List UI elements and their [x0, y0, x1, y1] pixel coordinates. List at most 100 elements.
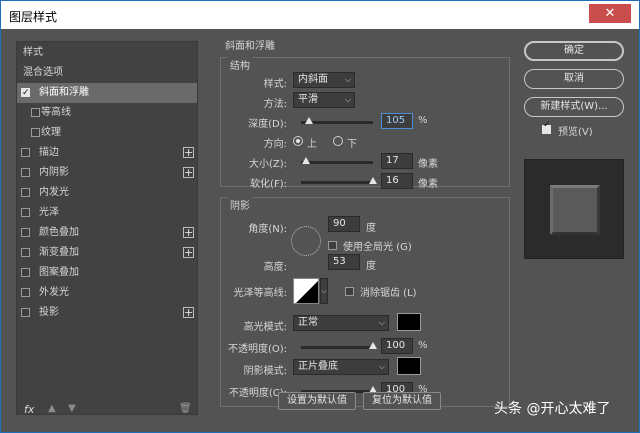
style-list-item[interactable]: 颜色叠加 + — [17, 223, 197, 243]
angle-unit: 度 — [366, 223, 376, 234]
new-style-button[interactable]: 新建样式(W)... — [524, 97, 624, 117]
add-icon[interactable]: + — [183, 147, 194, 158]
style-list-label: 描边 — [39, 147, 59, 158]
highlight-color-swatch[interactable] — [397, 313, 421, 331]
depth-slider[interactable] — [301, 117, 373, 124]
direction-up-radio[interactable] — [293, 136, 303, 146]
soften-slider[interactable] — [301, 177, 377, 184]
soften-input[interactable]: 16 — [381, 173, 413, 189]
make-default-button[interactable]: 设置为默认值 — [278, 392, 356, 410]
style-value: 内斜面 — [298, 74, 328, 85]
size-slider-thumb[interactable] — [301, 157, 310, 164]
technique-label: 方法: — [263, 99, 287, 110]
add-icon[interactable]: + — [183, 167, 194, 178]
style-checkbox[interactable] — [21, 168, 30, 177]
style-list-item[interactable]: 投影 + — [17, 303, 197, 323]
style-checkbox[interactable] — [21, 83, 30, 103]
highlight-mode-value: 正常 — [298, 317, 318, 328]
style-list-item[interactable]: 混合选项 — [17, 63, 197, 83]
technique-value: 平滑 — [298, 94, 318, 105]
style-checkbox[interactable] — [21, 308, 30, 317]
style-list-item[interactable]: 等高线 — [17, 103, 197, 123]
layer-style-dialog: 图层样式 ✕ 样式混合选项斜面和浮雕等高线纹理描边+内阴影+内发光光泽颜色叠加+… — [0, 0, 640, 433]
chevron-down-icon: ⌵ — [378, 362, 385, 371]
trash-icon[interactable]: 🗑 — [179, 403, 192, 414]
shadow-mode-dropdown[interactable]: 正片叠底 ⌵ — [293, 359, 389, 375]
depth-slider-thumb[interactable] — [304, 117, 313, 124]
shadow-color-swatch[interactable] — [397, 357, 421, 375]
gloss-contour-picker[interactable] — [293, 278, 319, 304]
style-checkbox[interactable] — [21, 228, 30, 237]
add-icon[interactable]: + — [183, 227, 194, 238]
highlight-opacity-slider[interactable] — [301, 342, 377, 349]
add-icon[interactable]: + — [183, 247, 194, 258]
angle-input[interactable]: 90 — [328, 216, 360, 232]
style-list-item[interactable]: 样式 — [17, 43, 197, 63]
style-list-item[interactable]: 外发光 — [17, 283, 197, 303]
section-title: 斜面和浮雕 — [225, 41, 275, 52]
direction-down-radio[interactable] — [333, 136, 343, 146]
style-list-label: 斜面和浮雕 — [39, 87, 89, 98]
window-title: 图层样式 — [9, 10, 58, 24]
direction-up-label: 上 — [307, 139, 317, 150]
highlight-opacity-thumb[interactable] — [369, 342, 377, 349]
style-list-label: 纹理 — [41, 127, 61, 138]
style-list-label: 内阴影 — [39, 167, 69, 178]
ok-button[interactable]: 确定 — [524, 41, 624, 61]
soften-slider-thumb[interactable] — [369, 177, 377, 184]
watermark: 头条 @开心太难了 — [494, 401, 611, 417]
move-down-icon[interactable]: ▼ — [68, 403, 76, 414]
global-light-label: 使用全局光 (G) — [343, 242, 412, 253]
style-checkbox[interactable] — [21, 188, 30, 197]
soften-unit: 像素 — [418, 179, 438, 190]
style-checkbox[interactable] — [21, 208, 30, 217]
cancel-button[interactable]: 取消 — [524, 69, 624, 89]
style-list-item[interactable]: 纹理 — [17, 123, 197, 143]
size-input[interactable]: 17 — [381, 153, 413, 169]
style-checkbox[interactable] — [31, 108, 40, 117]
style-checkbox[interactable] — [21, 288, 30, 297]
style-list-label: 内发光 — [39, 187, 69, 198]
style-list-item[interactable]: 光泽 — [17, 203, 197, 223]
global-light-checkbox[interactable] — [328, 241, 337, 250]
style-dropdown[interactable]: 内斜面 ⌵ — [293, 72, 355, 88]
style-list-item[interactable]: 渐变叠加 + — [17, 243, 197, 263]
preview-checkbox[interactable] — [542, 120, 551, 134]
size-label: 大小(Z): — [248, 159, 287, 170]
styles-list: 样式混合选项斜面和浮雕等高线纹理描边 + 内阴影 + 内发光光泽颜色叠加 + 渐变叠加 + 图案… — [16, 41, 198, 415]
style-list-item[interactable]: 图案叠加 — [17, 263, 197, 283]
shading-caption: 阴影 — [227, 197, 253, 212]
style-list-label: 投影 — [39, 307, 59, 318]
fx-icon[interactable]: fx — [24, 403, 34, 416]
angle-dial[interactable] — [291, 226, 321, 256]
style-list-item[interactable]: 内发光 — [17, 183, 197, 203]
title-bar: 图层样式 ✕ — [1, 1, 639, 29]
size-slider[interactable] — [301, 157, 373, 164]
add-icon[interactable]: + — [183, 307, 194, 318]
technique-dropdown[interactable]: 平滑 ⌵ — [293, 92, 355, 108]
move-up-icon[interactable]: ▲ — [48, 403, 56, 414]
depth-input[interactable]: 105 — [381, 113, 413, 129]
style-list-label: 颜色叠加 — [39, 227, 79, 238]
reset-default-button[interactable]: 复位为默认值 — [363, 392, 441, 410]
style-list-label: 等高线 — [41, 107, 71, 118]
style-list-item[interactable]: 内阴影 + — [17, 163, 197, 183]
contour-dropdown-icon[interactable]: ⌵ — [320, 278, 328, 304]
altitude-unit: 度 — [366, 261, 376, 272]
style-list-item[interactable]: 斜面和浮雕 — [17, 83, 197, 103]
style-list-label: 混合选项 — [23, 67, 63, 78]
contour-curve-icon — [296, 281, 318, 303]
style-checkbox[interactable] — [21, 248, 30, 257]
style-list-item[interactable]: 描边 + — [17, 143, 197, 163]
style-checkbox[interactable] — [31, 128, 40, 137]
highlight-mode-dropdown[interactable]: 正常 ⌵ — [293, 315, 389, 331]
anti-alias-checkbox[interactable] — [345, 287, 354, 296]
highlight-opacity-input[interactable]: 100 — [381, 338, 413, 354]
close-icon: ✕ — [604, 6, 616, 21]
style-checkbox[interactable] — [21, 268, 30, 277]
anti-alias-label: 消除锯齿 (L) — [360, 288, 417, 299]
style-checkbox[interactable] — [21, 148, 30, 157]
structure-group: 结构 样式: 内斜面 ⌵ 方法: 平滑 ⌵ 深度(D): 105 % 方向: 上 下… — [220, 57, 510, 190]
altitude-input[interactable]: 53 — [328, 254, 360, 270]
close-button[interactable]: ✕ — [589, 4, 631, 23]
